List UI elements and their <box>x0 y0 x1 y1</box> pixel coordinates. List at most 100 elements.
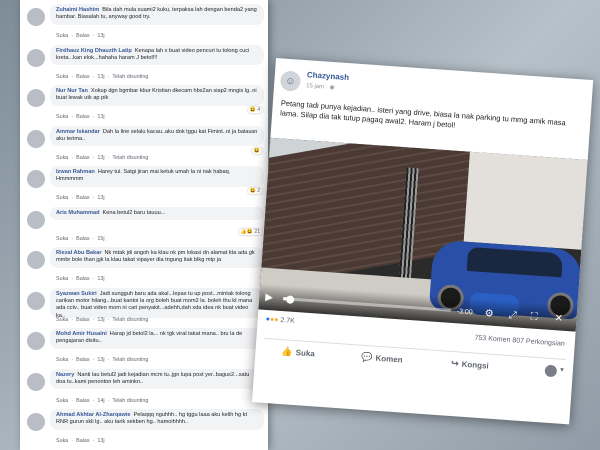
reactions-count: 2.7K <box>280 316 295 325</box>
comment-reactions[interactable]: 😆 4 <box>247 107 262 113</box>
separator: · <box>92 195 95 201</box>
comment-reply-link[interactable]: Balas <box>76 317 90 323</box>
separator: · <box>107 357 110 363</box>
comment-actions: Suka · Balas · 13j <box>56 438 108 444</box>
commenter-avatar[interactable] <box>27 48 45 67</box>
comment-label: Komen <box>375 353 403 365</box>
edited-label[interactable]: Telah disunting <box>112 357 148 363</box>
comment-time: 13j <box>97 316 105 323</box>
comment-like-link[interactable]: Suka <box>56 276 68 282</box>
comment-time: 13j <box>97 438 105 444</box>
commenter-avatar[interactable] <box>27 129 45 148</box>
comment-reply-link[interactable]: Balas <box>76 114 90 120</box>
settings-icon[interactable]: ⚙ <box>484 308 494 320</box>
comment-author[interactable]: Mohd Amir Husaini <box>56 331 107 337</box>
comment-author[interactable]: Nazery <box>56 372 74 378</box>
edited-label[interactable]: Telah disunting <box>112 74 148 80</box>
comment-bubble: Izwan Rahman Harey tui. Satgi jiran mai k… <box>50 166 264 187</box>
comment-actions: Suka · Balas · 15j <box>56 236 108 242</box>
comment-bubble: Mohd Amir Husaini Harap jd betol2 la... n… <box>50 328 264 349</box>
share-icon: ↪ <box>450 357 460 369</box>
commenter-avatar[interactable] <box>27 332 45 350</box>
comment-reply-link[interactable]: Balas <box>76 155 90 161</box>
comment-time: 13j <box>97 73 105 80</box>
commenter-avatar[interactable] <box>27 372 45 391</box>
video-seek-bar[interactable] <box>283 297 451 312</box>
video-player[interactable]: ▶ -3:00 ⚙ ⤢ ⛶ ✕ <box>258 137 588 332</box>
separator: · <box>92 235 95 242</box>
comment-author[interactable]: Nur Nur Tan <box>56 88 88 94</box>
comment-item: Mohd Amir Husaini Harap jd betol2 la... n… <box>20 328 268 368</box>
comment-like-link[interactable]: Suka <box>56 236 68 242</box>
commenter-avatar[interactable] <box>27 413 45 431</box>
comment-reply-link[interactable]: Balas <box>76 438 90 444</box>
comment-reactions[interactable]: 😆 <box>251 147 262 154</box>
fullscreen-icon[interactable]: ⤢ <box>508 310 517 322</box>
shares-count[interactable]: 807 Perkongsian <box>512 337 565 348</box>
comment-like-link[interactable]: Suka <box>56 74 68 80</box>
comment-button[interactable]: 💬 Komen <box>361 352 403 366</box>
commenter-avatar[interactable] <box>27 251 45 269</box>
comment-like-link[interactable]: Suka <box>56 357 68 363</box>
author-avatar[interactable]: ☺ <box>279 70 302 92</box>
separator: · <box>71 357 74 363</box>
mute-icon[interactable]: ✕ <box>554 313 563 325</box>
comment-like-link[interactable]: Suka <box>56 438 68 444</box>
facebook-post: ☺ Chazynash 15 jam · ◉ Petang tadi punya… <box>251 58 594 425</box>
comment-reply-link[interactable]: Balas <box>76 195 90 201</box>
comment-reactions[interactable]: 👍😆 21 <box>238 228 262 235</box>
comments-count[interactable]: 753 Komen <box>474 335 510 344</box>
expand-icon[interactable]: ⛶ <box>530 311 538 322</box>
comment-reply-link[interactable]: Balas <box>76 33 90 39</box>
comment-author[interactable]: Izwan Rahman <box>56 169 95 175</box>
commenter-avatar[interactable] <box>27 89 45 107</box>
comment-reply-link[interactable]: Balas <box>76 276 90 282</box>
share-button[interactable]: ↪ Kongsi <box>451 358 489 372</box>
comment-item: Zuhaimi Hashim Bila dah mula suami2 kuku,… <box>20 4 268 44</box>
comment-time: 13j <box>97 357 105 363</box>
comment-like-link[interactable]: Suka <box>56 195 68 201</box>
comment-like-link[interactable]: Suka <box>56 155 68 161</box>
video-seek-knob[interactable] <box>285 295 295 304</box>
comment-bubble: Nazery Nanti lau betul2 jadi kejadian mcm… <box>50 368 264 390</box>
comment-time: 13j <box>97 33 105 39</box>
edited-label[interactable]: Telah disunting <box>112 398 148 404</box>
comment-author[interactable]: Firdhauz King Dhauzth Latip <box>56 48 132 54</box>
comment-reply-link[interactable]: Balas <box>76 357 90 363</box>
separator: · <box>71 114 74 120</box>
edited-label[interactable]: Telah disunting <box>112 155 148 161</box>
like-button[interactable]: 👍 Suka <box>281 346 315 359</box>
chevron-down-icon[interactable]: ▼ <box>559 368 565 374</box>
comment-text: Nanti lau betul2 jadi kejadian mcm tu..j… <box>56 371 250 385</box>
comment-reply-link[interactable]: Balas <box>76 74 90 80</box>
commenter-avatar[interactable] <box>27 210 45 229</box>
comment-reactions[interactable]: 😆 2 <box>247 188 262 194</box>
commenter-avatar[interactable] <box>27 291 45 310</box>
comment-time: 13j <box>97 114 105 120</box>
comment-bubble: Firdhauz King Dhauzth Latip Kenapa lah x … <box>50 44 264 66</box>
comment-author[interactable]: Aris Muhammad <box>56 210 100 216</box>
comment-author[interactable]: Syazwan Sukiri <box>56 291 97 297</box>
separator: · <box>92 438 95 444</box>
separator: · <box>71 73 74 80</box>
commenter-avatar[interactable] <box>27 8 45 26</box>
comment-reply-link[interactable]: Balas <box>76 236 90 242</box>
post-time[interactable]: 15 jam · ◉ <box>306 82 335 91</box>
reactions-summary[interactable]: ●●● 2.7K <box>265 316 294 325</box>
post-author[interactable]: Chazynash <box>307 70 350 82</box>
comment-author[interactable]: Zuhaimi Hashim <box>56 7 99 13</box>
comment-like-link[interactable]: Suka <box>56 317 68 323</box>
commenter-avatar[interactable] <box>27 170 45 188</box>
comment-like-link[interactable]: Suka <box>56 114 68 120</box>
play-icon[interactable]: ▶ <box>265 292 273 304</box>
comment-author[interactable]: Riezal Abu Bakar <box>56 250 102 256</box>
comment-like-link[interactable]: Suka <box>56 33 68 39</box>
comment-like-link[interactable]: Suka <box>56 398 68 404</box>
edited-label[interactable]: Telah disunting <box>112 317 148 323</box>
comment-time: 13j <box>97 154 105 161</box>
comment-author[interactable]: Ammar Iskandar <box>56 129 100 135</box>
comment-author[interactable]: Ahmad Akhtar Al-Zharqawie <box>56 412 131 418</box>
comment-reply-link[interactable]: Balas <box>76 398 90 404</box>
separator: · <box>92 316 95 323</box>
viewer-avatar[interactable] <box>544 364 558 378</box>
